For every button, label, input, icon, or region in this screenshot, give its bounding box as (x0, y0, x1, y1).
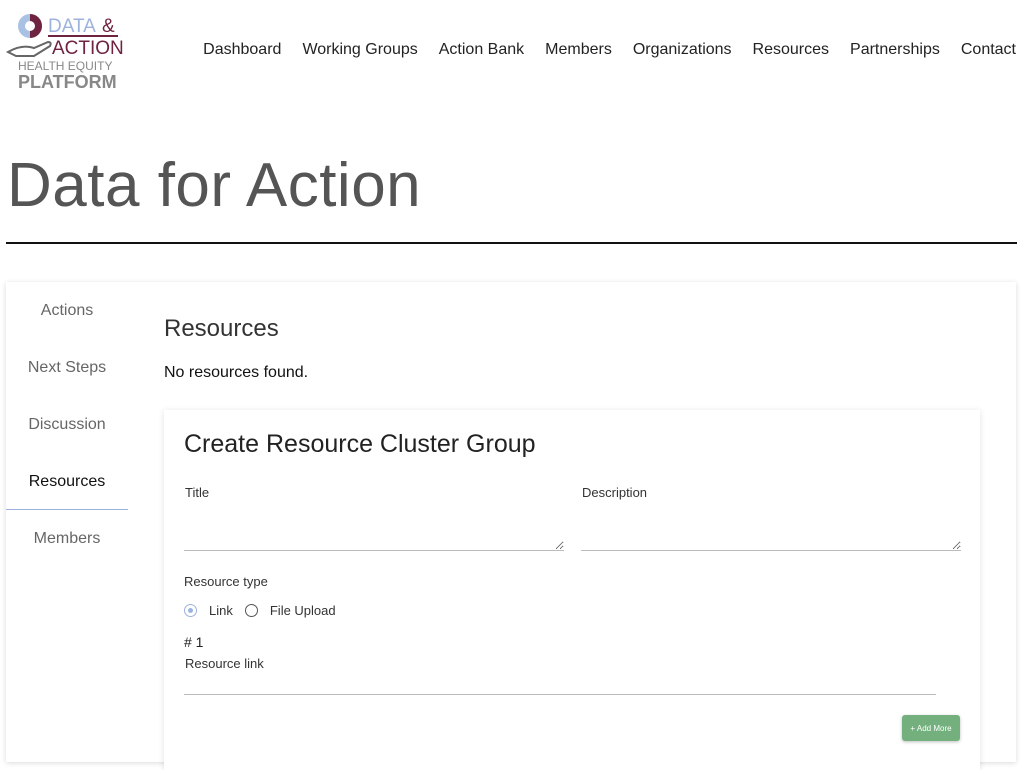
title-label: Title (185, 485, 210, 500)
svg-text:&: & (102, 16, 115, 37)
radio-file-upload-label[interactable]: File Upload (270, 603, 336, 618)
item-number: # 1 (184, 634, 204, 650)
sidebar-item-resources[interactable]: Resources (6, 453, 128, 510)
divider (6, 242, 1017, 244)
radio-link[interactable] (184, 604, 197, 617)
sidebar-item-next-steps[interactable]: Next Steps (6, 339, 128, 396)
nav-contact[interactable]: Contact (961, 41, 1016, 59)
resource-type-group: Link File Upload (184, 603, 336, 618)
nav-working-groups[interactable]: Working Groups (302, 41, 417, 59)
description-label: Description (582, 485, 648, 500)
resource-link-label: Resource link (185, 656, 264, 671)
nav-action-bank[interactable]: Action Bank (439, 41, 524, 59)
content-card: Actions Next Steps Discussion Resources … (6, 282, 1016, 770)
add-more-button[interactable]: + Add More (902, 715, 960, 741)
svg-text:ACTION: ACTION (52, 38, 124, 59)
nav-dashboard[interactable]: Dashboard (203, 41, 281, 59)
radio-file-upload[interactable] (244, 604, 258, 617)
section-title: Resources (164, 315, 279, 342)
nav-resources[interactable]: Resources (753, 41, 829, 59)
sidebar: Actions Next Steps Discussion Resources … (6, 282, 128, 567)
nav-organizations[interactable]: Organizations (633, 41, 732, 59)
svg-text:DATA: DATA (48, 16, 96, 37)
title-input[interactable] (184, 511, 564, 551)
resource-link-input[interactable] (184, 675, 936, 695)
page-title: Data for Action (7, 151, 422, 220)
nav-members[interactable]: Members (545, 41, 612, 59)
sidebar-item-actions[interactable]: Actions (6, 282, 128, 339)
svg-text:PLATFORM: PLATFORM (18, 72, 117, 92)
sidebar-item-discussion[interactable]: Discussion (6, 396, 128, 453)
svg-text:HEALTH EQUITY: HEALTH EQUITY (18, 59, 112, 73)
nav-partnerships[interactable]: Partnerships (850, 41, 940, 59)
logo[interactable]: DATA & ACTION HEALTH EQUITY PLATFORM (5, 12, 124, 92)
radio-link-label[interactable]: Link (209, 603, 233, 618)
resource-type-label: Resource type (184, 574, 268, 589)
main-nav: Dashboard Working Groups Action Bank Mem… (203, 41, 1016, 59)
description-input[interactable] (581, 511, 961, 551)
sidebar-item-members[interactable]: Members (6, 510, 128, 567)
create-resource-form: Create Resource Cluster Group Title Desc… (164, 410, 980, 770)
empty-message: No resources found. (164, 364, 309, 381)
form-title: Create Resource Cluster Group (184, 430, 536, 458)
